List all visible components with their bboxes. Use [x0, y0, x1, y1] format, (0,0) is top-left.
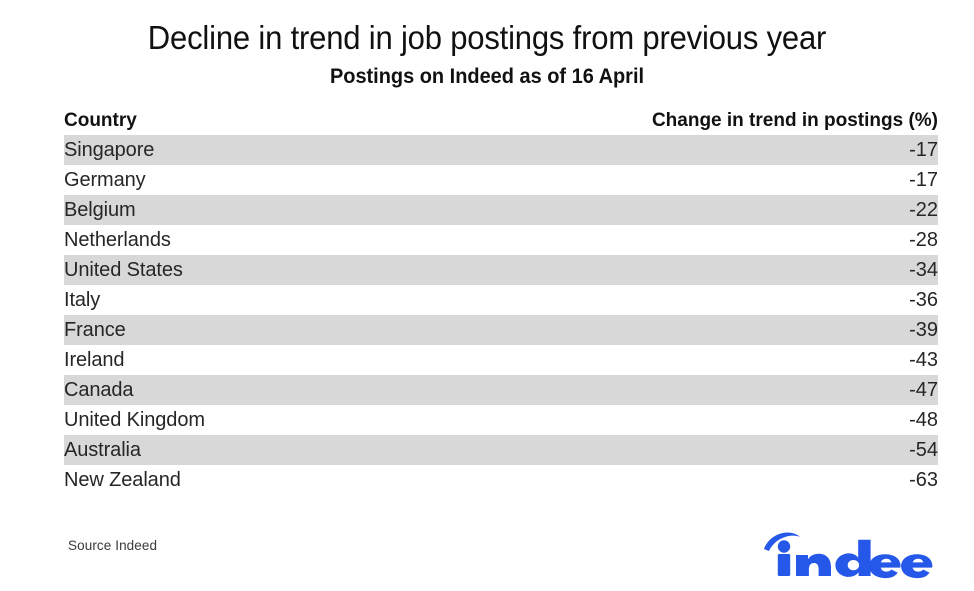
- table-row: Germany -17: [64, 165, 938, 195]
- cell-country: France: [64, 315, 501, 345]
- cell-change-value: -43: [909, 349, 938, 371]
- table-row: Belgium -22: [64, 195, 938, 225]
- cell-country: Netherlands: [64, 229, 171, 251]
- table-header-row: Country Change in trend in postings (%): [64, 107, 938, 135]
- table-row: New Zealand -63: [64, 465, 938, 495]
- table-header: Country Change in trend in postings (%): [64, 107, 938, 135]
- indeed-logo: [760, 527, 940, 579]
- cell-change-value: -63: [909, 469, 938, 491]
- page-title: Decline in trend in job postings from pr…: [147, 19, 827, 56]
- cell-country: Ireland: [64, 349, 125, 371]
- table-row: France -39: [64, 315, 938, 345]
- cell-country: Canada: [64, 375, 501, 405]
- infographic-page: Decline in trend in job postings from pr…: [0, 0, 974, 591]
- cell-change-value: -17: [501, 135, 938, 165]
- title-block: Decline in trend in job postings from pr…: [0, 0, 974, 90]
- cell-change-value: -48: [909, 409, 938, 431]
- postings-table: Country Change in trend in postings (%) …: [64, 107, 938, 495]
- cell-change-value: -28: [909, 229, 938, 251]
- table-row: Australia -54: [64, 435, 938, 465]
- footer: Source Indeed: [0, 525, 974, 591]
- cell-country: United Kingdom: [64, 409, 205, 431]
- cell-country: New Zealand: [64, 469, 181, 491]
- cell-country: United States: [64, 255, 501, 285]
- cell-change-value: -22: [501, 195, 938, 225]
- table-row: Netherlands -28: [64, 225, 938, 255]
- table-row: Italy -36: [64, 285, 938, 315]
- cell-country: Italy: [64, 289, 101, 311]
- cell-change-value: -34: [501, 255, 938, 285]
- cell-change-value: -54: [501, 435, 938, 465]
- data-table-wrapper: Country Change in trend in postings (%) …: [64, 107, 938, 495]
- column-header-country: Country: [64, 110, 137, 131]
- cell-change-value: -47: [501, 375, 938, 405]
- table-row: United States -34: [64, 255, 938, 285]
- source-note: Source Indeed: [68, 538, 158, 553]
- table-row: Singapore -17: [64, 135, 938, 165]
- cell-change-value: -36: [909, 289, 938, 311]
- cell-country: Australia: [64, 435, 501, 465]
- table-row: Ireland -43: [64, 345, 938, 375]
- cell-country: Belgium: [64, 195, 501, 225]
- cell-country: Singapore: [64, 135, 501, 165]
- column-header-change: Change in trend in postings (%): [651, 110, 938, 131]
- table-row: Canada -47: [64, 375, 938, 405]
- cell-change-value: -17: [909, 169, 938, 191]
- cell-change-value: -39: [501, 315, 938, 345]
- table-row: United Kingdom -48: [64, 405, 938, 435]
- cell-country: Germany: [64, 169, 146, 191]
- table-body: Singapore -17 Germany -17 Belgium -22 Netherla…: [64, 135, 938, 495]
- page-subtitle: Postings on Indeed as of 16 April: [329, 65, 645, 88]
